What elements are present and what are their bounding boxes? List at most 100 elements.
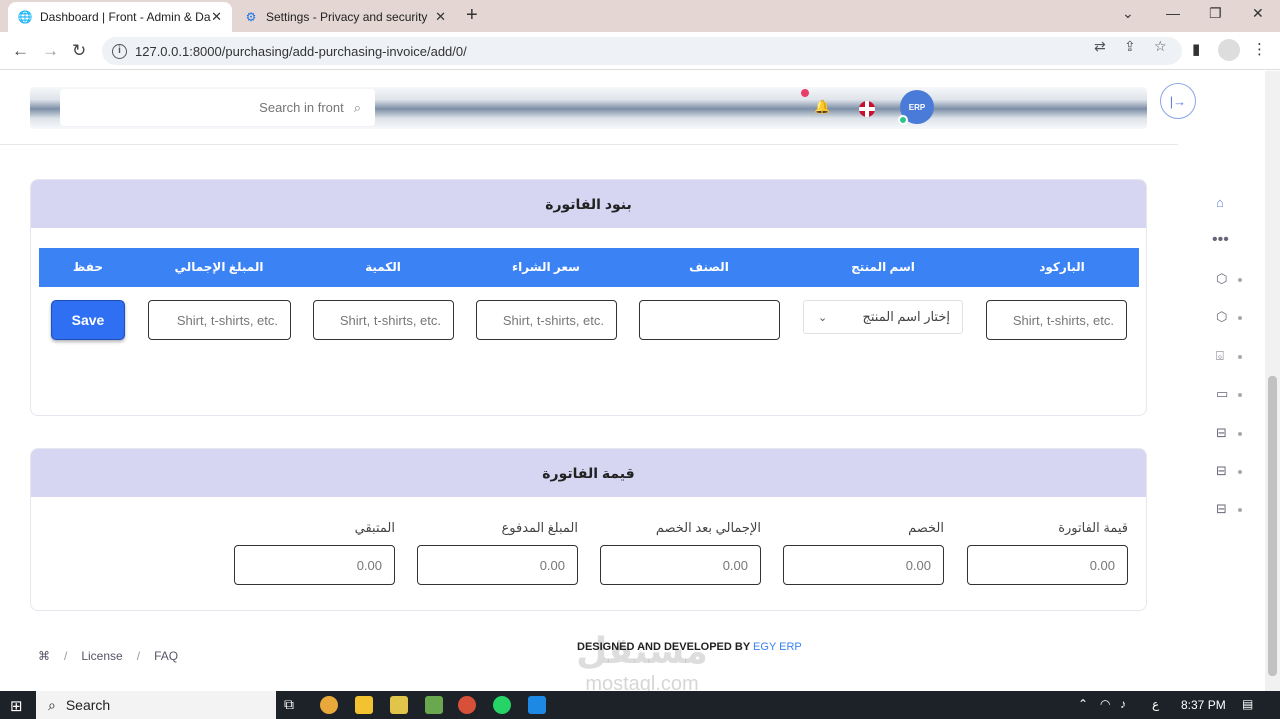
quantity-input[interactable] <box>313 300 454 340</box>
separator: / <box>64 649 68 663</box>
page-content: ⌕ 🔔 ERP |→ ⌂ ••• ⬡ ⬡ ⌺ ▭ ⊟ ⊟ ⊟ بنود الفا… <box>0 71 1265 691</box>
remaining-label: المتبقي <box>354 520 395 535</box>
page-scrollbar[interactable] <box>1265 71 1280 691</box>
bell-icon[interactable]: 🔔 <box>814 99 830 115</box>
save-button[interactable]: Save <box>51 300 125 340</box>
reload-icon[interactable]: ↻ <box>72 41 86 61</box>
language-indicator[interactable]: ع <box>1152 697 1159 711</box>
close-icon[interactable]: ✕ <box>435 9 446 25</box>
windows-start-icon[interactable]: ⊞ <box>10 697 23 715</box>
invoice-value-card: قيمة الفاتورة قيمة الفاتورة الخصم الإجما… <box>30 448 1147 611</box>
task-view-icon[interactable]: ⧉ <box>284 696 302 714</box>
footer-links: ⌘ / License / FAQ <box>38 649 178 663</box>
total-after-discount-input[interactable] <box>600 545 761 585</box>
column-header: المبلغ الإجمالي <box>174 260 264 274</box>
faq-link[interactable]: FAQ <box>154 649 178 663</box>
search-input[interactable] <box>143 100 344 115</box>
category-input[interactable] <box>639 300 780 340</box>
header-divider <box>0 144 1178 145</box>
footer-credit: DESIGNED AND DEVELOPED BY EGY ERP <box>577 641 802 653</box>
app-icon[interactable] <box>425 696 443 714</box>
column-header: الصنف <box>689 260 729 274</box>
search-box[interactable]: ⌕ <box>60 89 375 126</box>
sidebar-toggle-button[interactable]: |→ <box>1160 83 1196 119</box>
taskbar-search[interactable]: ⌕ Search <box>36 691 276 719</box>
forward-icon[interactable]: → <box>42 41 59 61</box>
side-panel-icon[interactable]: ▮ <box>1192 40 1200 58</box>
volume-icon[interactable]: ♪ <box>1120 697 1126 711</box>
discount-input[interactable] <box>783 545 944 585</box>
tray-arrow-icon[interactable]: ⌃ <box>1078 697 1088 711</box>
whatsapp-icon[interactable] <box>493 696 511 714</box>
credit-text: DESIGNED AND DEVELOPED BY <box>577 641 750 653</box>
translate-icon[interactable]: ⇄ <box>1094 38 1106 55</box>
search-icon: ⌕ <box>48 696 56 713</box>
card-title: قيمة الفاتورة <box>31 449 1146 497</box>
online-status-dot <box>898 115 908 125</box>
purchase-price-input[interactable] <box>476 300 617 340</box>
chrome-icon[interactable] <box>320 696 338 714</box>
command-icon[interactable]: ⌘ <box>38 649 50 663</box>
invoice-value-input[interactable] <box>967 545 1128 585</box>
license-link[interactable]: License <box>81 649 122 663</box>
profile-avatar[interactable] <box>1218 39 1240 61</box>
url-text: 127.0.0.1:8000/purchasing/add-purchasing… <box>135 43 467 59</box>
total-amount-input[interactable] <box>148 300 291 340</box>
wifi-icon[interactable]: ◠ <box>1100 697 1110 711</box>
column-header: الكمية <box>365 260 401 274</box>
info-icon[interactable]: i <box>112 43 127 59</box>
tab-dashboard[interactable]: 🌐 Dashboard | Front - Admin & Da ✕ <box>8 2 232 32</box>
browser-tab-bar: 🌐 Dashboard | Front - Admin & Da ✕ ⚙ Set… <box>0 0 1280 32</box>
bookmark-star-icon[interactable]: ☆ <box>1154 38 1167 55</box>
notification-icon[interactable]: ▤ <box>1242 697 1253 711</box>
new-tab-button[interactable]: + <box>466 4 478 27</box>
share-icon[interactable]: ⇪ <box>1124 38 1136 55</box>
maximize-button[interactable]: ❐ <box>1209 5 1222 22</box>
close-icon[interactable]: ✕ <box>211 9 222 25</box>
back-icon[interactable]: ← <box>12 41 29 61</box>
scroll-thumb[interactable] <box>1268 376 1277 676</box>
vscode-icon[interactable] <box>528 696 546 714</box>
minimize-button[interactable]: — <box>1166 5 1180 21</box>
clock[interactable]: 8:37 PM <box>1181 698 1226 712</box>
box-icon[interactable]: ⬡ <box>1216 309 1227 325</box>
sidebar-dot <box>1238 393 1242 397</box>
uk-flag-icon[interactable] <box>859 101 875 117</box>
barcode-input[interactable] <box>986 300 1127 340</box>
gear-icon: ⚙ <box>245 10 257 24</box>
invoice-value-label: قيمة الفاتورة <box>1058 520 1128 535</box>
tab-search-icon[interactable]: ⌄ <box>1122 5 1134 22</box>
url-field[interactable]: i 127.0.0.1:8000/purchasing/add-purchasi… <box>102 37 1182 65</box>
discount-label: الخصم <box>908 520 944 535</box>
window-close-button[interactable]: ✕ <box>1252 5 1264 22</box>
total-after-discount-label: الإجمالي بعد الخصم <box>655 520 761 535</box>
column-header: حفظ <box>72 260 104 274</box>
home-icon[interactable]: ⌂ <box>1216 195 1224 210</box>
column-header: الباركود <box>1039 260 1085 274</box>
product-select[interactable]: ⌄ إختار اسم المنتج <box>803 300 963 334</box>
briefcase-icon[interactable]: ⊟ <box>1216 501 1227 517</box>
invoice-items-card: بنود الفاتورة الباركود اسم المنتج الصنف … <box>30 179 1147 416</box>
globe-icon: 🌐 <box>17 10 33 24</box>
app-icon[interactable] <box>390 696 408 714</box>
menu-icon[interactable]: ⋮ <box>1252 40 1267 58</box>
chrome-icon[interactable] <box>458 696 476 714</box>
box-icon[interactable]: ⬡ <box>1216 271 1227 287</box>
sidebar-dot <box>1238 508 1242 512</box>
briefcase-icon[interactable]: ⊟ <box>1216 425 1227 441</box>
brand-link[interactable]: EGY ERP <box>753 641 802 653</box>
paid-amount-input[interactable] <box>417 545 578 585</box>
paid-amount-label: المبلغ المدفوع <box>501 520 578 535</box>
document-icon[interactable]: ▭ <box>1216 386 1228 402</box>
briefcase-icon[interactable]: ⊟ <box>1216 463 1227 479</box>
tab-title: Dashboard | Front - Admin & Da <box>40 10 211 24</box>
sidebar-dot <box>1238 432 1242 436</box>
file-explorer-icon[interactable] <box>355 696 373 714</box>
search-icon[interactable]: ⌕ <box>354 100 361 116</box>
more-icon[interactable]: ••• <box>1212 231 1229 249</box>
tab-title: Settings - Privacy and security <box>266 10 428 24</box>
tab-settings[interactable]: ⚙ Settings - Privacy and security ✕ <box>234 2 456 32</box>
basket-icon[interactable]: ⌺ <box>1216 348 1224 364</box>
remaining-input[interactable] <box>234 545 395 585</box>
taskbar-search-label: Search <box>65 697 111 713</box>
